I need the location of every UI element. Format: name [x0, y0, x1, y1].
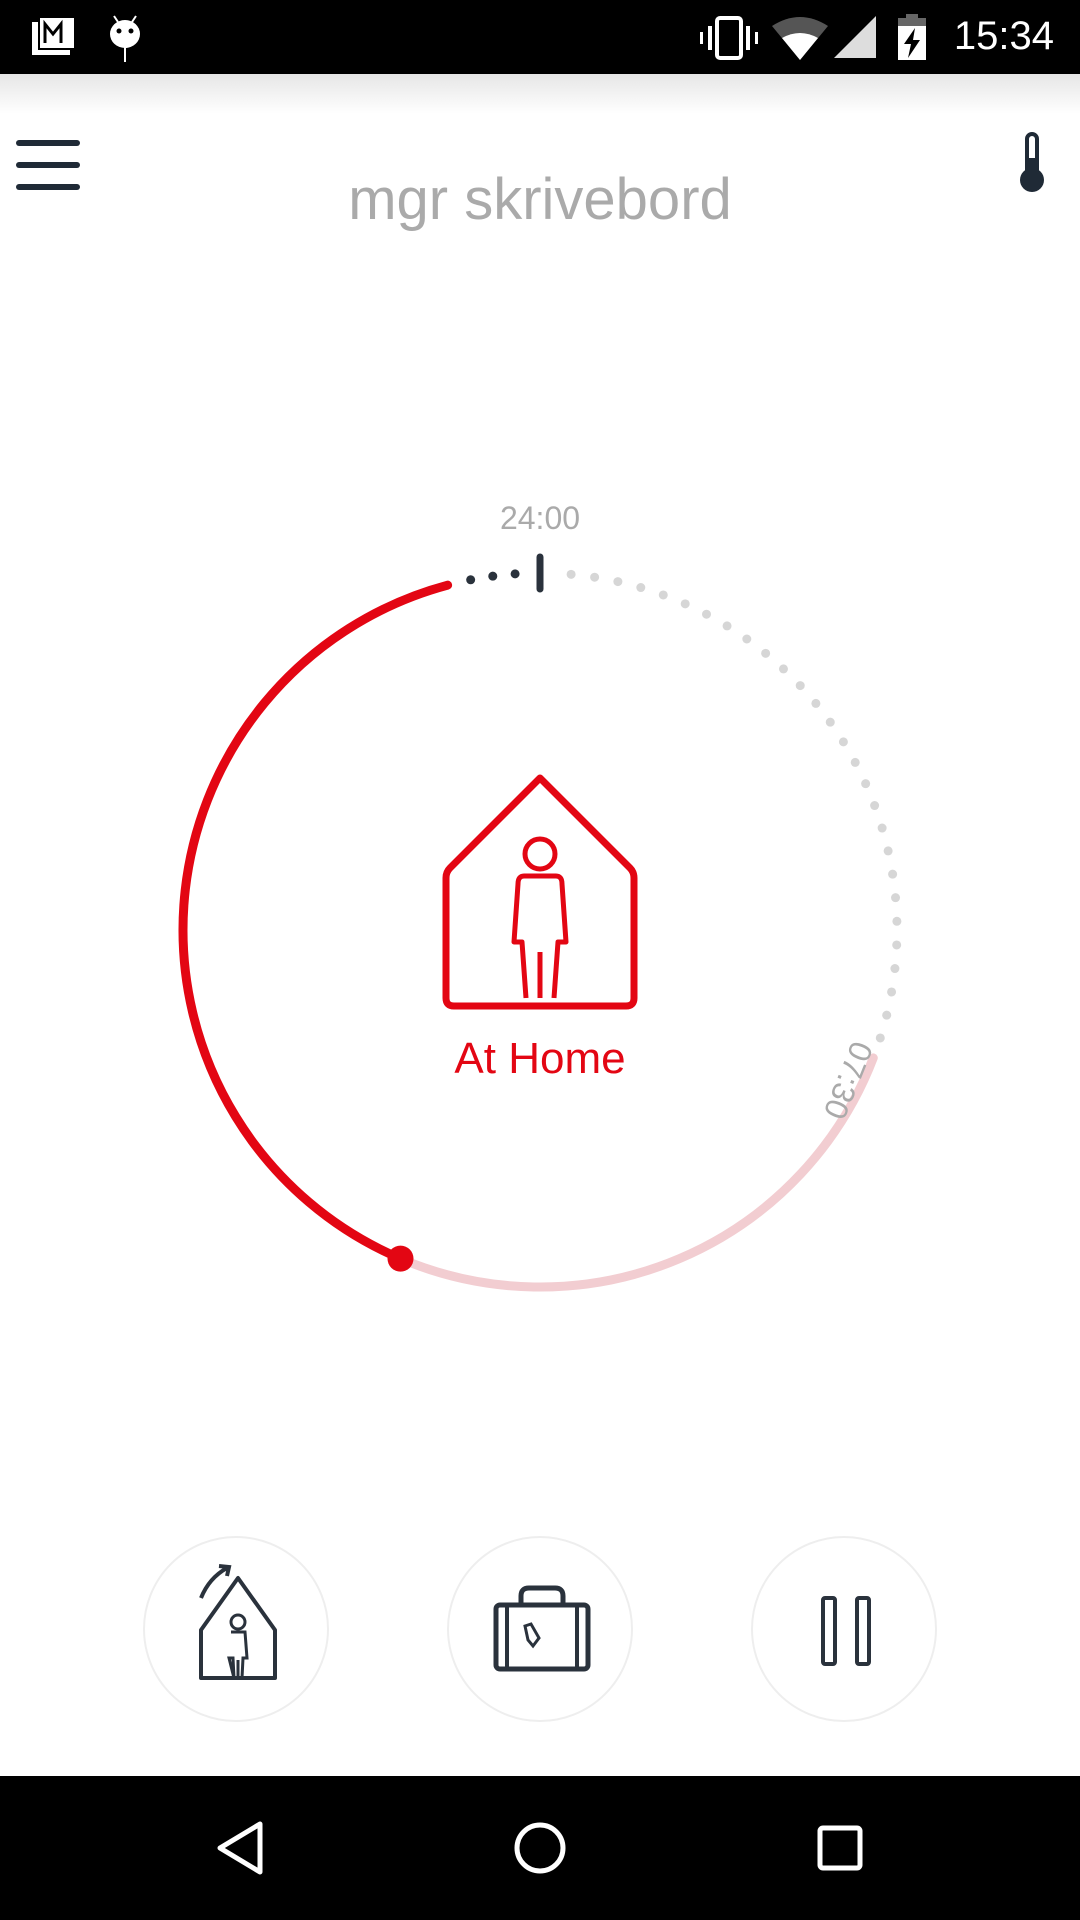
- suitcase-away-icon: [493, 1585, 591, 1672]
- schedule-dot: [888, 869, 898, 879]
- pause-button[interactable]: [751, 1536, 937, 1722]
- schedule-dot: [722, 621, 732, 631]
- schedule-dot: [702, 609, 712, 619]
- schedule-dot: [566, 569, 576, 579]
- now-dot: [510, 569, 520, 579]
- leave-home-icon: [199, 1564, 277, 1680]
- schedule-dot: [613, 577, 623, 587]
- schedule-dot: [742, 634, 752, 644]
- schedule-dot: [892, 940, 902, 950]
- pause-icon: [821, 1596, 871, 1666]
- schedule-dot: [658, 590, 668, 600]
- schedule-dot: [870, 801, 880, 811]
- schedule-dot: [636, 583, 646, 593]
- schedule-dot: [761, 648, 771, 658]
- away-button[interactable]: [447, 1536, 633, 1722]
- schedule-dot: [778, 664, 788, 674]
- schedule-dot: [861, 779, 871, 789]
- schedule-dial[interactable]: [0, 0, 1080, 1400]
- schedule-dot: [883, 846, 893, 856]
- schedule-dot: [590, 572, 600, 582]
- active-arc: [178, 580, 453, 1264]
- schedule-dot: [877, 823, 887, 833]
- schedule-dot: [890, 964, 900, 974]
- schedule-dot: [892, 916, 902, 926]
- back-icon[interactable]: [210, 1818, 270, 1878]
- now-dot: [466, 575, 476, 585]
- remaining-arc: [396, 1053, 878, 1292]
- dial-handle[interactable]: [387, 1245, 414, 1272]
- navigation-bar: [0, 1776, 1080, 1920]
- schedule-dot: [795, 681, 805, 691]
- schedule-dot: [850, 757, 860, 767]
- schedule-dot: [882, 1010, 892, 1020]
- now-dot: [488, 571, 498, 581]
- leave-home-button[interactable]: [143, 1536, 329, 1722]
- schedule-dot: [838, 737, 848, 747]
- home-person-icon: [442, 774, 638, 1010]
- schedule-dot: [825, 717, 835, 727]
- home-icon[interactable]: [510, 1818, 570, 1878]
- schedule-dot: [891, 893, 901, 903]
- schedule-dot: [811, 698, 821, 708]
- mode-label: At Home: [454, 1034, 626, 1083]
- schedule-dot: [887, 987, 897, 997]
- schedule-dot: [680, 599, 690, 609]
- recents-icon[interactable]: [810, 1818, 870, 1878]
